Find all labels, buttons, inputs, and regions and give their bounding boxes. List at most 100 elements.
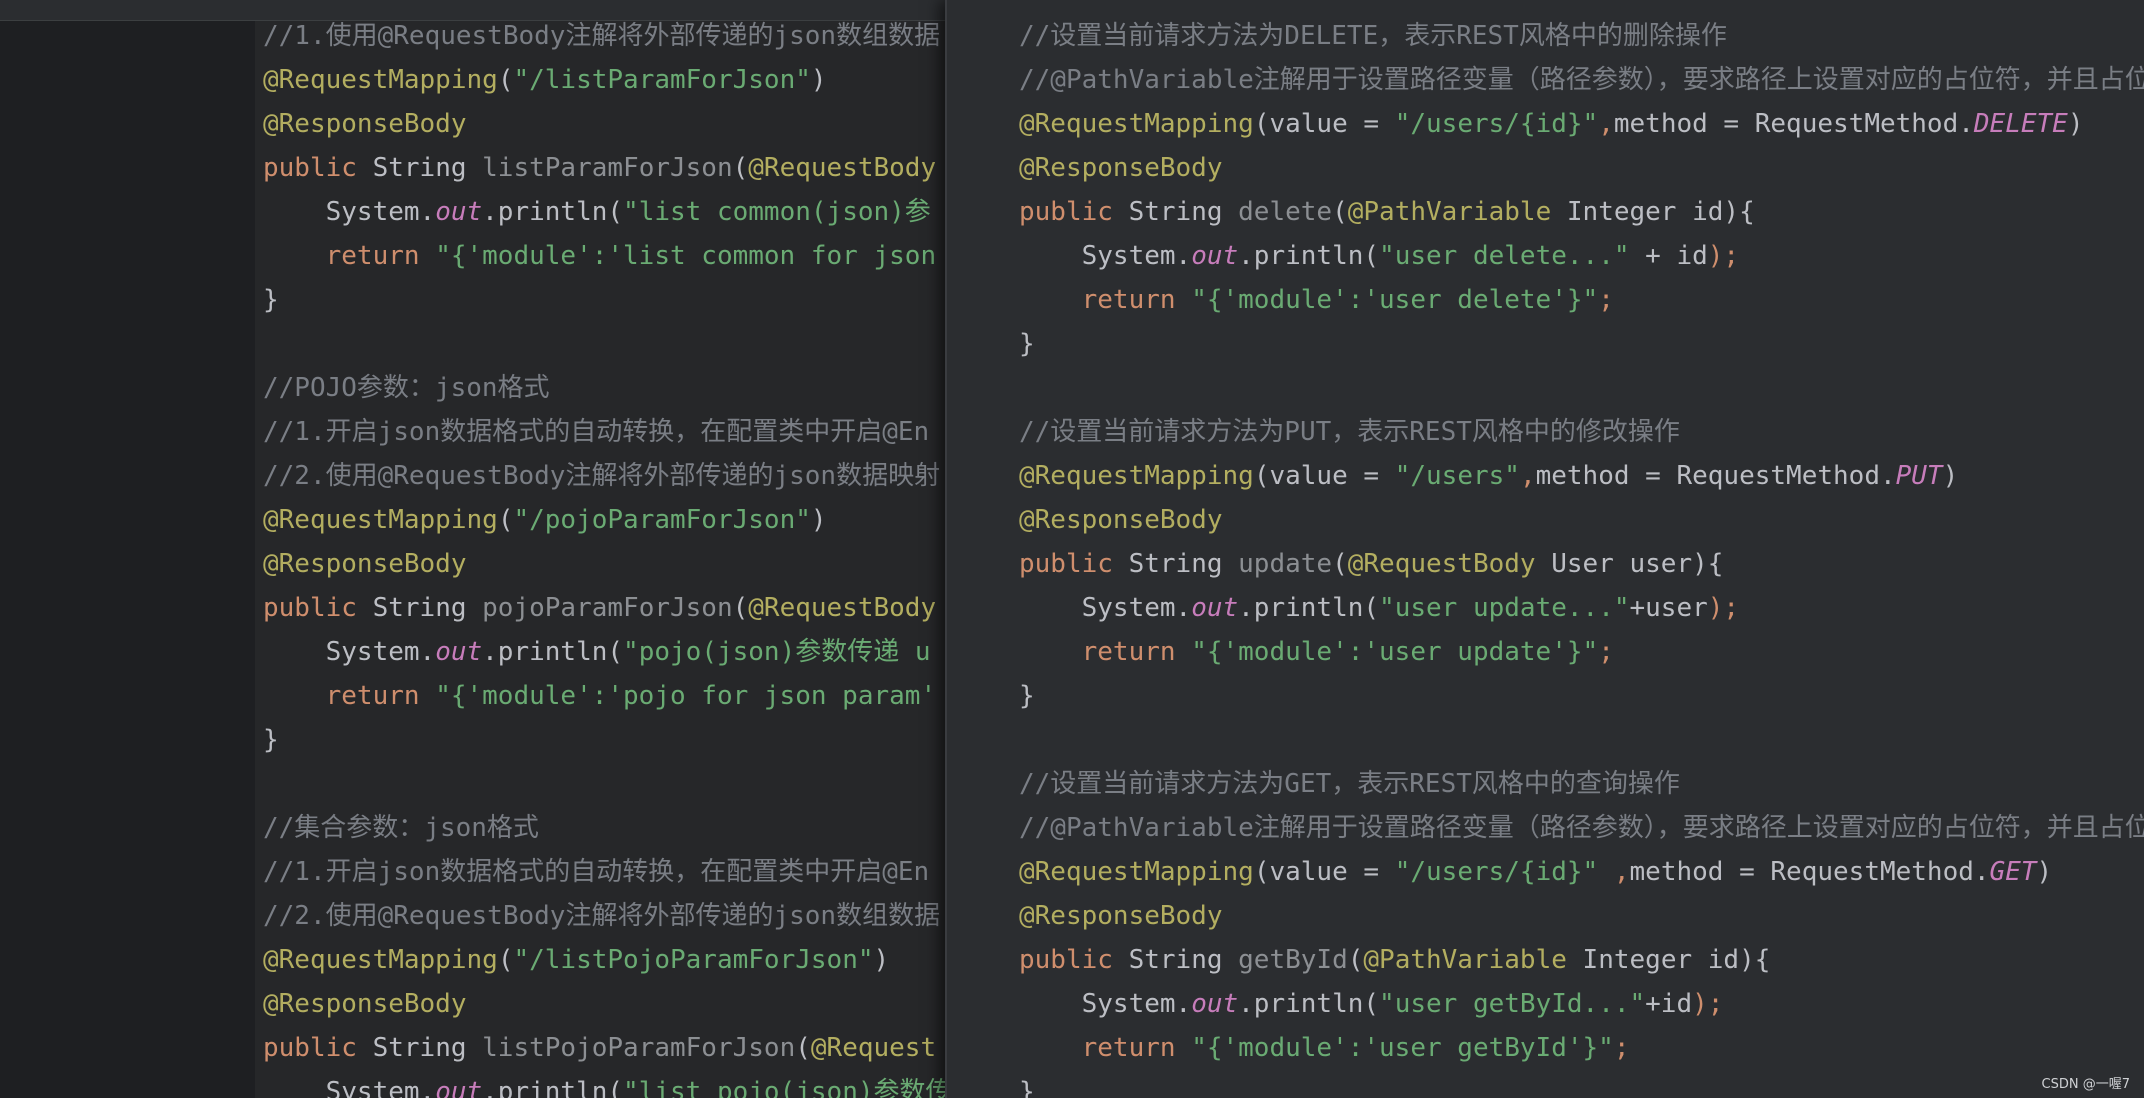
code-token: "/users/{id}" xyxy=(1394,109,1599,139)
code-token: return xyxy=(1019,1033,1192,1063)
code-token: Integer id){ xyxy=(1566,197,1755,227)
code-token: @RequestMapping xyxy=(263,945,498,975)
code-token: ; xyxy=(1598,285,1614,315)
code-token: ) xyxy=(2036,857,2053,887)
left-code-area[interactable]: //1.使用@RequestBody注解将外部传递的json数组数据 @Reque… xyxy=(255,21,945,1098)
code-line: return "{'module':'pojo for json param' xyxy=(263,674,936,718)
code-token: public xyxy=(263,593,373,623)
code-token: GET xyxy=(1989,857,2037,887)
code-token: } xyxy=(263,725,279,755)
code-token: @Request xyxy=(810,1033,937,1063)
code-token: public xyxy=(263,1033,373,1063)
code-token: .println( xyxy=(482,637,624,667)
code-token: return xyxy=(263,681,436,711)
code-line: return "{'module':'list common for json xyxy=(263,234,936,278)
code-token: ( xyxy=(497,505,514,535)
code-token: //集合参数：json格式 xyxy=(263,813,539,843)
code-token: ); xyxy=(1707,241,1740,271)
code-token: "/listPojoParamForJson" xyxy=(513,945,874,975)
code-token: +user xyxy=(1629,593,1708,623)
code-token: //2.使用@RequestBody注解将外部传递的json数据映射 xyxy=(263,461,941,491)
code-token: } xyxy=(1019,681,1035,711)
code-line: return "{'module':'user update'}"; xyxy=(1019,630,1614,674)
code-line: //设置当前请求方法为PUT，表示REST风格中的修改操作 xyxy=(1019,410,1680,454)
code-token: //1.使用@RequestBody注解将外部传递的json数组数据 xyxy=(263,21,941,51)
code-token: ) xyxy=(873,945,890,975)
code-token: .println( xyxy=(482,197,624,227)
code-line: //设置当前请求方法为DELETE，表示REST风格中的删除操作 xyxy=(1019,14,1727,58)
code-token: pojoParamForJson xyxy=(482,593,733,623)
code-token: @RequestBody xyxy=(748,153,937,183)
code-line: @ResponseBody xyxy=(263,102,467,146)
code-token: public xyxy=(1019,197,1129,227)
code-token: "list common(json)参 xyxy=(623,197,931,227)
code-token: "user delete..." xyxy=(1379,241,1630,271)
code-line: @ResponseBody xyxy=(1019,894,1223,938)
code-token: @ResponseBody xyxy=(263,109,467,139)
code-line: @ResponseBody xyxy=(263,982,467,1026)
code-line: System.out.println("list pojo(json)参数传 xyxy=(263,1070,945,1098)
code-token: ; xyxy=(1598,637,1614,667)
code-token: out xyxy=(435,637,483,667)
code-token: String xyxy=(372,153,483,183)
code-token: @ResponseBody xyxy=(263,549,467,579)
code-token: (value = xyxy=(1253,461,1395,491)
code-line: //1.开启json数据格式的自动转换，在配置类中开启@En xyxy=(263,850,929,894)
code-token: (value = xyxy=(1253,857,1395,887)
code-token: ) xyxy=(810,65,827,95)
right-editor-pane[interactable]: //设置当前请求方法为DELETE，表示REST风格中的删除操作 //@PathV… xyxy=(945,0,2144,1098)
code-token: } xyxy=(1019,1077,1035,1098)
code-token: .println( xyxy=(1238,989,1380,1019)
code-token: String xyxy=(1128,945,1239,975)
code-token: "user getById..." xyxy=(1379,989,1646,1019)
code-token: @ResponseBody xyxy=(1019,505,1223,535)
code-token: return xyxy=(1019,637,1192,667)
code-token: "{'module':'pojo for json param' xyxy=(435,681,937,711)
code-token: @RequestMapping xyxy=(1019,857,1254,887)
code-line: //1.开启json数据格式的自动转换，在配置类中开启@En xyxy=(263,410,929,454)
code-token: .println( xyxy=(482,1077,624,1098)
code-token: "{'module':'user getById'}" xyxy=(1191,1033,1614,1063)
code-token: out xyxy=(1191,593,1239,623)
code-token: @PathVariable xyxy=(1347,197,1567,227)
code-token: out xyxy=(435,1077,483,1098)
code-token: @RequestBody xyxy=(1347,549,1552,579)
code-line: @ResponseBody xyxy=(1019,146,1223,190)
code-token: return xyxy=(263,241,436,271)
code-token: @RequestBody xyxy=(748,593,937,623)
code-line: public String delete(@PathVariable Integ… xyxy=(1019,190,1755,234)
code-token: getById xyxy=(1238,945,1348,975)
code-line: //1.使用@RequestBody注解将外部传递的json数组数据 xyxy=(263,21,940,58)
code-token: @ResponseBody xyxy=(1019,901,1223,931)
code-line: public String listPojoParamForJson(@Requ… xyxy=(263,1026,936,1070)
code-line: @RequestMapping("/pojoParamForJson") xyxy=(263,498,827,542)
code-token: ) xyxy=(1942,461,1959,491)
code-line: @RequestMapping(value = "/users/{id}" ,m… xyxy=(1019,850,2052,894)
code-token: out xyxy=(1191,989,1239,1019)
code-line: //2.使用@RequestBody注解将外部传递的json数组数据 xyxy=(263,894,940,938)
code-token: System. xyxy=(1019,593,1192,623)
right-code-area[interactable]: //设置当前请求方法为DELETE，表示REST风格中的删除操作 //@PathV… xyxy=(947,0,2144,1098)
code-token: out xyxy=(1191,241,1239,271)
code-token: ( xyxy=(497,65,514,95)
code-token: public xyxy=(1019,945,1129,975)
code-token: ( xyxy=(732,153,749,183)
code-line: public String update(@RequestBody User u… xyxy=(1019,542,1723,586)
code-token: @PathVariable xyxy=(1363,945,1583,975)
code-token: "{'module':'user update'}" xyxy=(1191,637,1599,667)
code-line: } xyxy=(1019,322,1035,366)
code-token: delete xyxy=(1238,197,1333,227)
code-token: @ResponseBody xyxy=(1019,153,1223,183)
code-token: DELETE xyxy=(1973,109,2068,139)
code-line: //设置当前请求方法为GET，表示REST风格中的查询操作 xyxy=(1019,762,1680,806)
left-editor-pane[interactable]: //1.使用@RequestBody注解将外部传递的json数组数据 @Reque… xyxy=(255,21,945,1098)
code-token: .println( xyxy=(1238,241,1380,271)
code-line: } xyxy=(1019,1070,1035,1098)
code-token: @RequestMapping xyxy=(1019,109,1254,139)
watermark: CSDN @一喔7 xyxy=(2041,1077,2130,1092)
code-line: return "{'module':'user delete'}"; xyxy=(1019,278,1614,322)
code-token: PUT xyxy=(1895,461,1943,491)
code-line: //POJO参数：json格式 xyxy=(263,366,550,410)
left-gutter xyxy=(0,21,255,1098)
code-token: //1.开启json数据格式的自动转换，在配置类中开启@En xyxy=(263,417,930,447)
